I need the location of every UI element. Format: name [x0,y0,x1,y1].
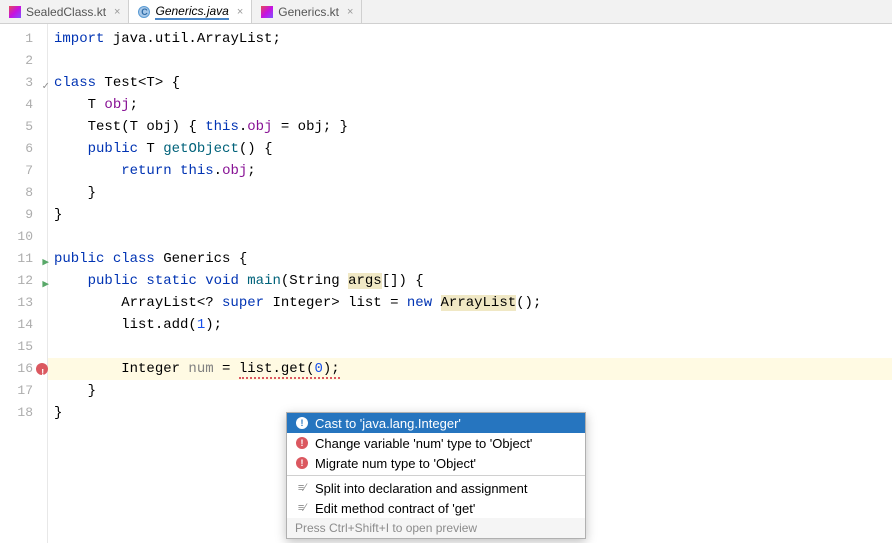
popup-item-label: Cast to 'java.lang.Integer' [315,416,461,431]
line-number: 5 [0,116,47,138]
intention-icon: ≡⁄ [295,501,309,515]
tab-generics-kt[interactable]: Generics.kt × [252,0,362,23]
error-bulb-icon[interactable] [36,363,48,375]
close-icon[interactable]: × [237,6,243,18]
intention-item-migrate[interactable]: ! Migrate num type to 'Object' [287,453,585,473]
intention-popup: ! Cast to 'java.lang.Integer' ! Change v… [286,412,586,539]
intention-icon: ≡⁄ [295,481,309,495]
line-number: 17 [0,380,47,402]
tab-label: Generics.java [155,4,228,20]
line-number: 12▶ [0,270,47,292]
line-number: 18 [0,402,47,424]
close-icon[interactable]: × [114,6,120,18]
line-number: 13 [0,292,47,314]
line-number: 2 [0,50,47,72]
popup-item-label: Edit method contract of 'get' [315,501,475,516]
intention-item-cast[interactable]: ! Cast to 'java.lang.Integer' [287,413,585,433]
separator [287,475,585,476]
intention-item-split[interactable]: ≡⁄ Split into declaration and assignment [287,478,585,498]
editor-tabs: SealedClass.kt × C Generics.java × Gener… [0,0,892,24]
line-number: 14 [0,314,47,336]
popup-hint: Press Ctrl+Shift+I to open preview [287,518,585,538]
error-icon: ! [295,456,309,470]
intention-item-change-type[interactable]: ! Change variable 'num' type to 'Object' [287,433,585,453]
line-number-gutter: 1 2 3✓ 4 5 6 7 8 9 10 11▶ 12▶ 13 14 15 1… [0,24,48,543]
popup-item-label: Change variable 'num' type to 'Object' [315,436,532,451]
popup-item-label: Split into declaration and assignment [315,481,527,496]
line-number: 15 [0,336,47,358]
error-icon: ! [295,436,309,450]
line-number: 4 [0,94,47,116]
line-number: 6 [0,138,47,160]
error-icon: ! [295,416,309,430]
tab-label: SealedClass.kt [26,5,106,19]
line-number: 3✓ [0,72,47,94]
line-number: 7 [0,160,47,182]
popup-item-label: Migrate num type to 'Object' [315,456,476,471]
line-number: 11▶ [0,248,47,270]
line-number: 9 [0,204,47,226]
line-number: 16 [0,358,47,380]
intention-item-edit-contract[interactable]: ≡⁄ Edit method contract of 'get' [287,498,585,518]
kotlin-file-icon [260,5,274,19]
kotlin-file-icon [8,5,22,19]
tab-sealedclass[interactable]: SealedClass.kt × [0,0,129,23]
tab-label: Generics.kt [278,5,339,19]
line-number: 1 [0,28,47,50]
close-icon[interactable]: × [347,6,353,18]
tab-generics-java[interactable]: C Generics.java × [129,0,252,23]
line-number: 8 [0,182,47,204]
line-number: 10 [0,226,47,248]
java-class-icon: C [137,5,151,19]
